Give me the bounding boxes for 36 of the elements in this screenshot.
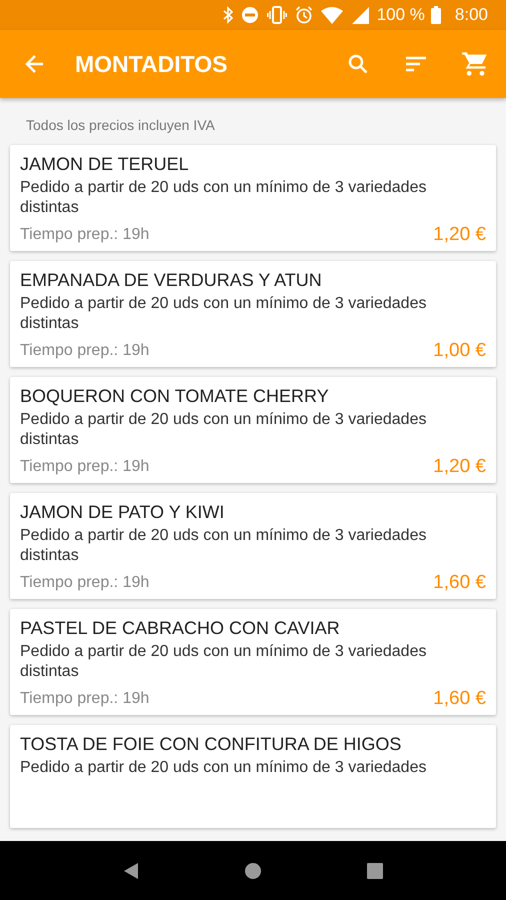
product-name: BOQUERON CON TOMATE CHERRY [20,385,330,407]
screen-title: MONTADITOS [75,50,228,78]
signal-icon [350,6,369,24]
alarm-icon [294,6,313,24]
product-price: 1,20 € [433,456,486,478]
prep-time: Tiempo prep.: 19h [20,690,150,708]
product-price: 1,60 € [433,688,486,710]
triangle-icon [123,862,139,878]
product-price: 1,20 € [433,224,486,246]
vibrate-icon [266,6,287,24]
product-name: EMPANADA DE VERDURAS Y ATUN [20,269,323,291]
battery-percentage: 100 % [376,5,425,25]
do-not-disturb-icon [240,6,259,24]
battery-icon [430,6,441,24]
product-description: Pedido a partir de 20 uds con un mínimo de 3 variedades [20,758,428,778]
product-name: JAMON DE PATO Y KIWI [20,501,226,523]
product-price: 1,60 € [433,572,486,594]
product-description: Pedido a partir de 20 uds con un mínimo de 3 variedades distintas [20,294,428,334]
product-description: Pedido a partir de 20 uds con un mínimo de 3 variedades distintas [20,410,428,450]
product-description: Pedido a partir de 20 uds con un mínimo de 3 variedades distintas [20,526,428,566]
product-description: Pedido a partir de 20 uds con un mínimo de 3 variedades distintas [20,642,428,682]
product-description: Pedido a partir de 20 uds con un mínimo de 3 variedades distintas [20,178,428,218]
clock-time: 8:00 [454,5,488,25]
tax-note: Todos los precios incluyen IVA [25,116,216,135]
product-price: 1,00 € [433,340,486,362]
prep-time: Tiempo prep.: 19h [20,458,150,476]
prep-time: Tiempo prep.: 19h [20,226,150,244]
product-name: JAMON DE TERUEL [20,153,190,175]
product-name: PASTEL DE CABRACHO CON CAVIAR [20,617,341,639]
wifi-icon [320,6,343,24]
prep-time: Tiempo prep.: 19h [20,574,150,592]
square-icon [367,862,383,878]
circle-icon [245,862,261,878]
prep-time: Tiempo prep.: 19h [20,342,150,360]
bluetooth-icon [222,6,233,24]
product-name: TOSTA DE FOIE CON CONFITURA DE HIGOS [20,733,402,755]
